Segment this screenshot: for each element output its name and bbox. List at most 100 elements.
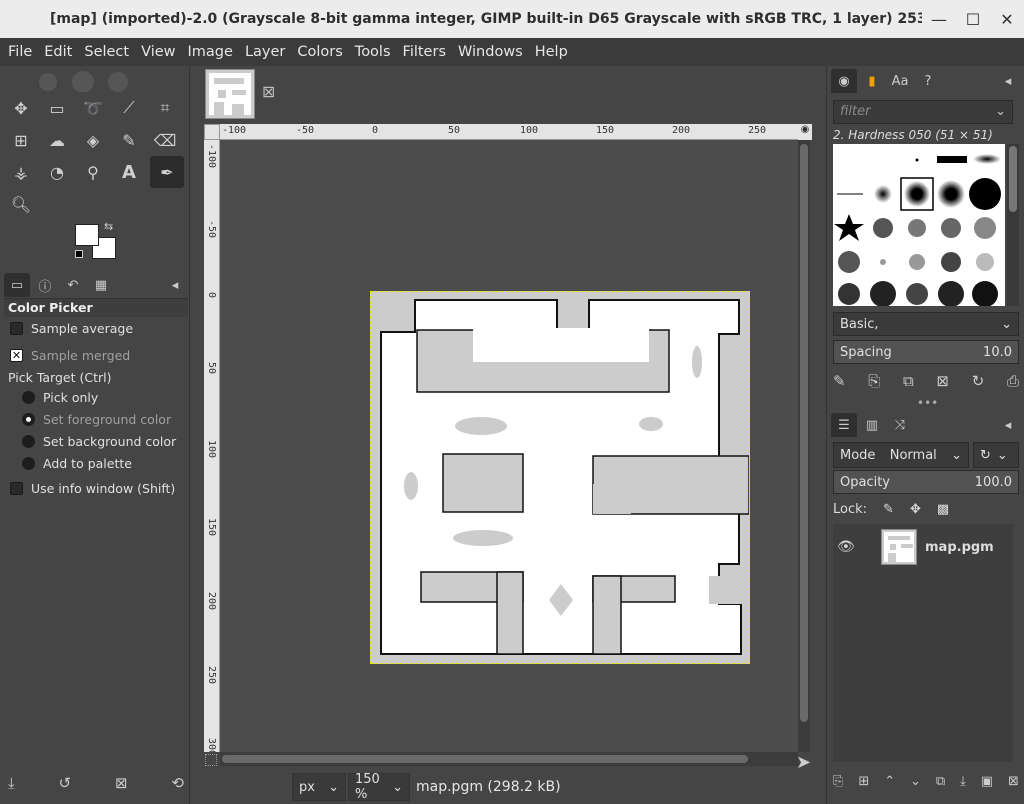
vertical-scrollbar-thumb[interactable] (800, 144, 808, 722)
dock-separator-handle[interactable]: ••• (917, 396, 938, 410)
menu-select[interactable]: Select (78, 38, 135, 66)
tab-device-status[interactable]: ⓘ (32, 273, 58, 297)
add-to-palette-radio[interactable] (22, 457, 35, 470)
tab-patterns[interactable]: ▮ (859, 69, 885, 93)
duplicate-brush-icon[interactable]: ⧉ (903, 372, 914, 390)
sample-merged-option[interactable]: ✕ Sample merged (10, 348, 130, 363)
tab-images[interactable]: ▦ (88, 273, 114, 297)
sample-average-option[interactable]: Sample average (10, 321, 133, 336)
rect-select-tool-icon[interactable]: ▭ (42, 94, 72, 122)
tab-menu-icon[interactable]: ◂ (995, 69, 1021, 93)
lock-pixels-icon[interactable]: ✎ (883, 502, 894, 517)
menu-layer[interactable]: Layer (239, 38, 291, 66)
pick-only-option[interactable]: Pick only (22, 390, 98, 405)
quick-mask-toggle[interactable] (205, 754, 217, 766)
delete-brush-icon[interactable]: ⊠ (936, 372, 949, 390)
horizontal-ruler[interactable]: -100 -50 0 50 100 150 200 250 (220, 124, 810, 140)
use-info-window-option[interactable]: Use info window (Shift) (10, 481, 175, 496)
tab-paths[interactable]: ⤨ (887, 413, 913, 437)
clone-tool-icon[interactable]: ⚶ (6, 158, 36, 186)
menu-image[interactable]: Image (182, 38, 239, 66)
use-info-window-checkbox[interactable] (10, 482, 23, 495)
merge-layer-icon[interactable]: ⤓ (960, 774, 966, 789)
new-layer-group-icon[interactable]: ⎘ (833, 774, 843, 789)
horizontal-scrollbar-thumb[interactable] (222, 755, 748, 763)
delete-layer-icon[interactable]: ⊠ (1008, 774, 1019, 789)
spacing-spinner[interactable]: Spacing 10.0 (833, 340, 1019, 364)
brush-grid[interactable] (833, 144, 1005, 306)
sample-merged-checkbox[interactable]: ✕ (10, 349, 23, 362)
menu-help[interactable]: Help (529, 38, 574, 66)
tab-layers[interactable]: ☰ (831, 413, 857, 437)
minimize-button[interactable]: — (922, 10, 956, 29)
menu-file[interactable]: File (2, 38, 38, 66)
save-tool-preset-icon[interactable]: ⤓ (8, 774, 15, 792)
swap-colors-icon[interactable]: ⇆ (104, 220, 113, 233)
menu-windows[interactable]: Windows (452, 38, 529, 66)
vertical-ruler[interactable]: -100 -50 0 50 100 150 200 250 300 (204, 140, 220, 752)
brush-tag-selector[interactable]: Basic, ⌄ (833, 312, 1019, 336)
sample-average-checkbox[interactable] (10, 322, 23, 335)
reset-tool-options-icon[interactable]: ⟲ (171, 774, 184, 792)
refresh-brushes-icon[interactable]: ↻ (972, 372, 985, 390)
tab-fonts[interactable]: Aa (887, 69, 913, 93)
opacity-spinner[interactable]: Opacity 100.0 (833, 470, 1019, 494)
set-foreground-radio[interactable] (22, 413, 35, 426)
menu-tools[interactable]: Tools (349, 38, 397, 66)
maximize-button[interactable]: ☐ (956, 10, 990, 29)
new-layer-icon[interactable]: ⊞ (858, 774, 869, 789)
eraser-tool-icon[interactable]: ⌫ (150, 126, 180, 154)
brush-filter-input[interactable]: filter ⌄ (833, 100, 1013, 124)
image-tab-thumbnail[interactable] (205, 69, 255, 119)
layer-visibility-eye-icon[interactable]: 👁︎ (837, 539, 855, 555)
zoom-selector[interactable]: 150 % ⌄ (348, 772, 410, 802)
lock-alpha-icon[interactable]: ▩ (937, 502, 949, 517)
canvas-viewport[interactable] (220, 140, 798, 752)
move-tool-icon[interactable]: ✥ (6, 94, 36, 122)
layer-row[interactable]: 👁︎ map.pgm (833, 528, 1013, 566)
menu-edit[interactable]: Edit (38, 38, 78, 66)
menu-view[interactable]: View (135, 38, 181, 66)
raise-layer-icon[interactable]: ⌃ (884, 774, 895, 789)
default-colors-icon[interactable] (75, 250, 83, 258)
add-to-palette-option[interactable]: Add to palette (22, 456, 132, 471)
pick-only-radio[interactable] (22, 391, 35, 404)
ruler-corner[interactable] (204, 124, 220, 140)
set-background-option[interactable]: Set background color (22, 434, 176, 449)
warp-tool-icon[interactable]: ☁ (42, 126, 72, 154)
smudge-tool-icon[interactable]: ◔ (42, 158, 72, 186)
paintbrush-tool-icon[interactable]: ✎ (114, 126, 144, 154)
unit-selector[interactable]: px ⌄ (292, 773, 346, 801)
paths-tool-icon[interactable]: ⚲ (78, 158, 108, 186)
close-window-button[interactable]: ✕ (990, 10, 1024, 29)
layer-composite-selector[interactable]: ↻ ⌄ (973, 442, 1019, 468)
tab-undo-history[interactable]: ↶ (60, 273, 86, 297)
foreground-color-swatch[interactable] (75, 224, 99, 246)
edit-brush-icon[interactable]: ✎ (833, 372, 846, 390)
tab-help[interactable]: ? (915, 69, 941, 93)
lock-position-icon[interactable]: ✥ (910, 502, 921, 517)
delete-tool-preset-icon[interactable]: ⊠ (115, 774, 128, 792)
tab-channels[interactable]: ▥ (859, 413, 885, 437)
lasso-tool-icon[interactable]: ➰ (78, 94, 108, 122)
fuzzy-select-tool-icon[interactable]: ⟋ (114, 94, 144, 122)
text-tool-icon[interactable]: A (114, 158, 144, 186)
tab-menu-icon[interactable]: ◂ (162, 273, 188, 297)
brush-grid-scrollbar[interactable] (1007, 144, 1019, 306)
zoom-tool-icon[interactable]: 🔍︎ (6, 190, 36, 218)
tab-tool-options[interactable]: ▭ (4, 273, 30, 297)
set-background-radio[interactable] (22, 435, 35, 448)
horizontal-scrollbar[interactable] (220, 752, 798, 766)
restore-tool-preset-icon[interactable]: ↺ (59, 774, 72, 792)
open-brush-as-image-icon[interactable]: ⎙ (1007, 372, 1019, 390)
mask-layer-icon[interactable]: ▣ (981, 774, 993, 789)
set-foreground-option[interactable]: Set foreground color (22, 412, 171, 427)
lower-layer-icon[interactable]: ⌄ (910, 774, 921, 789)
duplicate-layer-icon[interactable]: ⧉ (936, 774, 945, 789)
view-menu-icon[interactable]: ◉ (798, 124, 812, 140)
unified-transform-tool-icon[interactable]: ⊞ (6, 126, 36, 154)
close-image-tab-icon[interactable]: ⊠ (262, 82, 275, 101)
tab-menu-icon[interactable]: ◂ (995, 413, 1021, 437)
vertical-scrollbar[interactable] (798, 140, 810, 752)
layer-mode-selector[interactable]: Mode Normal ⌄ (833, 442, 969, 468)
